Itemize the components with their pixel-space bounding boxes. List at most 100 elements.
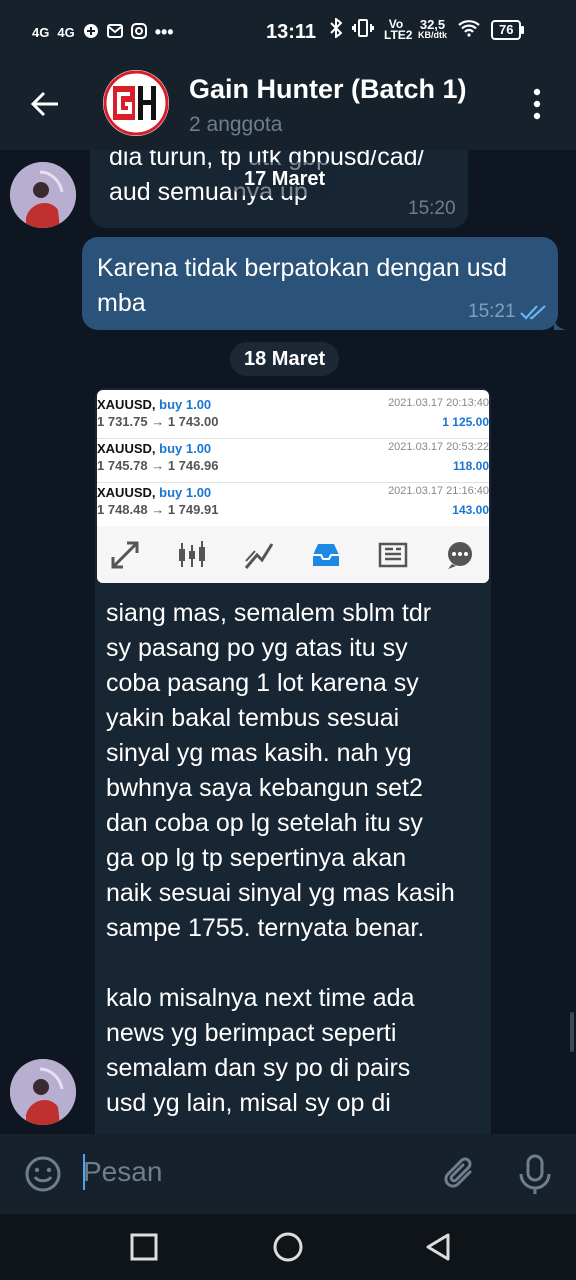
caption-line: usd yg lain, misal sy op di: [106, 1089, 391, 1117]
battery-icon: 76: [491, 19, 525, 40]
speed-unit: KB/dtk: [418, 29, 447, 40]
wifi-icon: [457, 19, 481, 40]
trade-row: XAUUSD, buy 1.00 1 745.78 → 1 746.96 202…: [97, 438, 489, 483]
attach-button[interactable]: [440, 1154, 480, 1194]
trade-side: buy 1.00: [159, 397, 212, 412]
trade-screenshot[interactable]: XAUUSD, buy 1.00 1 731.75 → 1 743.00 202…: [97, 390, 489, 583]
vpn-icon: [83, 23, 99, 42]
message-input[interactable]: Pesan: [83, 1156, 162, 1188]
message-text-line: Karena tidak berpatokan dengan usd: [97, 254, 508, 282]
speed-value: 32,5: [419, 16, 446, 32]
vibrate-icon: [352, 19, 374, 40]
message-time: 15:20: [408, 198, 456, 219]
caption-line: sinyal yg mas kasih. nah yg: [106, 739, 412, 767]
arrow-left-icon: [30, 91, 58, 117]
caption-line: coba pasang 1 lot karena sy: [106, 669, 419, 697]
microphone-icon: [519, 1154, 551, 1194]
back-nav-button[interactable]: [422, 1231, 454, 1263]
caption-line: bwhnya saya kebangun set2: [106, 774, 423, 802]
clock: 13:11: [266, 21, 317, 43]
sender-avatar[interactable]: [10, 162, 76, 228]
date-separator: 18 Maret: [230, 342, 340, 376]
news-icon: [378, 542, 408, 568]
mail-icon: [106, 24, 123, 41]
message-time: 15:21: [468, 301, 516, 322]
chat-header: Gain Hunter (Batch 1) 2 anggota: [0, 58, 576, 150]
caption-line: sy pasang po yg atas itu sy: [106, 634, 408, 662]
trade-price: 1 748.48 → 1 749.91: [97, 502, 219, 517]
paperclip-icon: [444, 1157, 472, 1188]
sender-avatar[interactable]: [10, 1059, 76, 1125]
profile-photo: [10, 162, 76, 228]
network-speed: 32,5 KB/dtk: [418, 16, 447, 41]
symbol: XAUUSD,: [97, 485, 156, 500]
status-left: 4G 4G •••: [32, 22, 174, 43]
trade-profit: 1 125.00: [442, 415, 489, 429]
trade-arrows-icon: [111, 541, 139, 569]
trade-symbol: XAUUSD, buy 1.00: [97, 485, 211, 500]
caption-line: siang mas, semalem sblm tdr: [106, 599, 432, 627]
trade-side: buy 1.00: [159, 485, 212, 500]
trade-symbol: XAUUSD, buy 1.00: [97, 397, 211, 412]
candlestick-icon: [179, 541, 205, 567]
symbol: XAUUSD,: [97, 397, 156, 412]
more-options-button[interactable]: [522, 82, 552, 126]
signal-1: 4G: [32, 25, 50, 40]
inbox-icon: [313, 544, 339, 566]
message-list[interactable]: dia turun, tp utk gbpusd/cad/ aud semuan…: [0, 150, 576, 1134]
status-bar: 4G 4G ••• 13:11 Vo LTE2 32,5 KB/dtk 76: [0, 0, 576, 64]
trade-datetime: 2021.03.17 20:53:22: [388, 441, 489, 453]
message-bubble-outgoing[interactable]: Karena tidak berpatokan dengan usd mba 1…: [82, 237, 558, 330]
recents-button[interactable]: [128, 1231, 160, 1263]
caption-line: kalo misalnya next time ada: [106, 984, 415, 1012]
bubble-tail: [554, 316, 566, 330]
trade-symbol: XAUUSD, buy 1.00: [97, 441, 211, 456]
caption-line: sampe 1755. ternyata benar.: [106, 914, 425, 942]
caption-line: news yg berimpact seperti: [106, 1019, 397, 1047]
trade-side: buy 1.00: [159, 441, 212, 456]
group-avatar[interactable]: [103, 70, 169, 136]
member-count: 2 anggota: [189, 113, 283, 136]
caption-line: dan coba op lg setelah itu sy: [106, 809, 423, 837]
more-notifications-icon: •••: [154, 22, 174, 42]
profile-photo: [10, 1059, 76, 1125]
symbol: XAUUSD,: [97, 441, 156, 456]
bluetooth-icon: [330, 16, 343, 41]
voice-record-button[interactable]: [516, 1152, 554, 1196]
square-icon: [130, 1233, 158, 1261]
emoji-icon: [25, 1156, 61, 1192]
trade-row: XAUUSD, buy 1.00 1 731.75 → 1 743.00 202…: [97, 394, 489, 439]
caption-line: naik sesuai sinyal yg mas kasih: [106, 879, 455, 907]
gain-hunter-logo: [103, 70, 169, 136]
back-button[interactable]: [24, 82, 68, 126]
message-text-line: mba: [97, 289, 146, 317]
home-button[interactable]: [272, 1231, 304, 1263]
caption-line: semalam dan sy po di pairs: [106, 1054, 411, 1082]
screenshot-toolbar: [97, 526, 489, 583]
status-right: Vo LTE2 32,5 KB/dtk 76: [330, 16, 525, 42]
photo-caption: siang mas, semalem sblm tdr sy pasang po…: [106, 596, 486, 1121]
system-nav-bar: [0, 1214, 576, 1280]
scrollbar[interactable]: [570, 1012, 574, 1052]
emoji-button[interactable]: [24, 1155, 62, 1193]
triangle-back-icon: [426, 1233, 450, 1261]
volte-indicator: Vo LTE2: [384, 16, 413, 42]
date-separator: 17 Maret: [230, 162, 340, 196]
circle-icon: [273, 1232, 303, 1262]
trade-datetime: 2021.03.17 21:16:40: [388, 485, 489, 497]
trade-row: XAUUSD, buy 1.00 1 748.48 → 1 749.91 202…: [97, 482, 489, 527]
chat-icon: [448, 542, 472, 569]
trade-profit: 143.00: [452, 503, 489, 517]
trade-profit: 118.00: [452, 459, 489, 473]
message-composer: Pesan: [0, 1134, 576, 1214]
chart-line-icon: [244, 543, 274, 569]
caption-line: ga op lg tp sepertinya akan: [106, 844, 407, 872]
chat-title[interactable]: Gain Hunter (Batch 1): [189, 74, 467, 105]
kebab-menu-icon: [533, 88, 541, 120]
signal-2: 4G: [57, 25, 75, 40]
trade-datetime: 2021.03.17 20:13:40: [388, 397, 489, 409]
double-check-icon: [520, 305, 546, 320]
trade-price: 1 731.75 → 1 743.00: [97, 414, 219, 429]
caption-line: yakin bakal tembus sesuai: [106, 704, 400, 732]
instagram-icon: [130, 23, 147, 42]
